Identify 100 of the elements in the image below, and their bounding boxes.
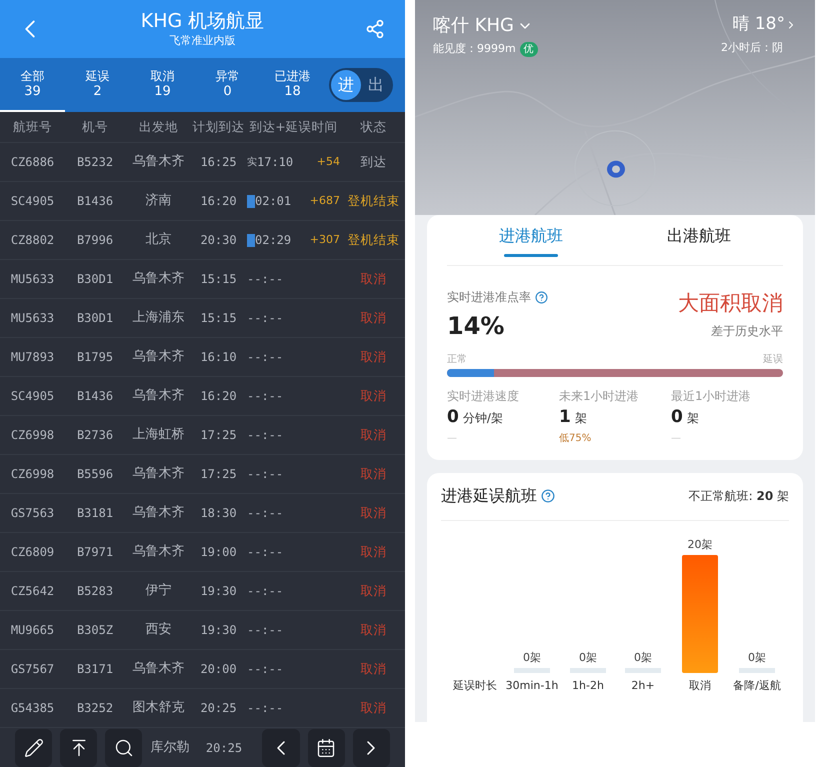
- flight-status: 取消: [360, 660, 388, 678]
- origin-city: 库尔勒: [150, 738, 190, 757]
- scheduled-time: 19:30: [199, 622, 238, 639]
- scheduled-time: 17:25: [199, 466, 238, 483]
- pencil-icon: [24, 738, 44, 758]
- origin-city: 伊宁: [144, 582, 172, 600]
- scheduled-time: 20:30: [199, 232, 238, 249]
- filter-tab[interactable]: 异常 0: [195, 58, 260, 112]
- aircraft-number: B30D1: [76, 310, 114, 327]
- scheduled-time: 17:25: [199, 427, 238, 444]
- flight-number: CZ6886: [10, 154, 56, 171]
- flight-status: 登机结束: [346, 230, 400, 249]
- empty-bar-placeholder: [739, 668, 775, 672]
- arrival-time: 02:01: [255, 193, 292, 210]
- arrival-time: --:--: [247, 427, 284, 444]
- aircraft-number: B305Z: [76, 622, 114, 639]
- flight-number: MU5633: [10, 310, 56, 327]
- flight-tab[interactable]: 出港航班: [615, 215, 783, 265]
- bar-value-label: 0架: [634, 650, 652, 664]
- flight-status: 登机结束: [346, 192, 400, 210]
- help-icon[interactable]: [541, 489, 555, 503]
- calendar-icon: [316, 738, 336, 758]
- aircraft-number: B1795: [76, 349, 114, 366]
- search-button[interactable]: [105, 728, 142, 766]
- stat-unit: 架: [686, 410, 699, 427]
- edit-button[interactable]: [15, 728, 52, 766]
- origin-city: 济南: [144, 192, 172, 210]
- stat-value: 0: [447, 406, 459, 429]
- status-text: 大面积取消: [678, 290, 783, 317]
- arrival-time: --:--: [247, 388, 284, 405]
- column-header: 机号: [81, 118, 109, 136]
- weather-link[interactable]: 晴 18°: [732, 12, 797, 38]
- flight-tab[interactable]: 进港航班: [447, 215, 615, 265]
- scheduled-time: 15:15: [199, 310, 238, 327]
- scheduled-time: 18:30: [199, 505, 238, 522]
- flight-number: G54385: [10, 700, 56, 717]
- aircraft-number: B5232: [76, 154, 114, 171]
- flight-status: 到达: [360, 152, 388, 171]
- stat-note: —: [447, 432, 458, 446]
- forecast-text: 2小时后：阴: [721, 40, 784, 56]
- stat-unit: 架: [574, 410, 587, 427]
- aircraft-number: B7996: [76, 232, 114, 249]
- help-icon[interactable]: [535, 290, 548, 304]
- category-label: 2h+: [631, 678, 655, 692]
- flight-status: 取消: [360, 542, 388, 561]
- aircraft-number: B30D1: [76, 271, 114, 288]
- flight-number: GS7563: [10, 505, 56, 522]
- flight-number: CZ8802: [10, 232, 56, 249]
- flight-status: 取消: [360, 348, 388, 366]
- next-button[interactable]: [352, 728, 390, 766]
- bar-value-label: 20架: [688, 538, 712, 550]
- flight-number: CZ5642: [10, 583, 56, 600]
- punctuality-label: 实时进港准点率: [447, 289, 531, 306]
- arrival-time: --:--: [247, 466, 284, 483]
- aircraft-number: B3171: [76, 661, 114, 678]
- share-icon: [365, 19, 385, 39]
- aircraft-number: B7971: [76, 544, 114, 561]
- empty-bar-placeholder: [570, 668, 606, 672]
- aircraft-number: B5283: [76, 583, 114, 600]
- aircraft-number: B5596: [76, 466, 114, 483]
- origin-city: 上海浦东: [132, 309, 186, 328]
- scheduled-time: 20:25: [199, 700, 238, 717]
- aircraft-number: B2736: [76, 427, 114, 444]
- airport-selector[interactable]: 喀什 KHG: [433, 12, 538, 39]
- flight-number: GS7567: [10, 661, 56, 678]
- arrival-time: --:--: [247, 622, 284, 639]
- filter-tab[interactable]: 延误 2: [65, 58, 130, 112]
- scheduled-time: 19:00: [199, 544, 238, 561]
- filter-tab[interactable]: 已进港 18: [260, 58, 325, 112]
- column-header: 出发地: [138, 118, 179, 136]
- scheduled-time: 15:15: [199, 271, 238, 288]
- origin-city: 乌鲁木齐: [132, 153, 186, 172]
- direction-option[interactable]: 进: [331, 70, 361, 100]
- previous-button[interactable]: [262, 728, 300, 766]
- bar-value-label: 0架: [523, 650, 541, 664]
- direction-option[interactable]: 出: [361, 70, 391, 100]
- category-label: 备降/返航: [733, 678, 781, 692]
- column-header: 状态: [359, 118, 388, 136]
- upload-button[interactable]: [60, 728, 98, 766]
- category-label: 1h-2h: [572, 678, 604, 692]
- calendar-button[interactable]: [308, 728, 345, 766]
- scheduled-time: 20:25: [204, 740, 244, 756]
- filter-tab[interactable]: 全部 39: [0, 58, 65, 112]
- scheduled-time: 16:10: [199, 349, 238, 366]
- scheduled-time: 16:20: [199, 388, 238, 405]
- origin-city: 西安: [144, 621, 172, 640]
- origin-city: 乌鲁木齐: [132, 348, 186, 366]
- flight-number: CZ6998: [10, 427, 56, 444]
- stat-label: 未来1小时进港: [559, 388, 640, 405]
- origin-city: 乌鲁木齐: [132, 270, 186, 288]
- filter-tab[interactable]: 取消 19: [130, 58, 195, 112]
- flight-number: MU7893: [10, 349, 56, 366]
- flight-status: 取消: [360, 698, 388, 717]
- flight-status: 取消: [360, 504, 388, 522]
- stat-note: —: [671, 432, 682, 446]
- arrival-time: --:--: [247, 310, 284, 327]
- scheduled-time: 16:25: [199, 154, 238, 171]
- origin-city: 乌鲁木齐: [132, 504, 186, 522]
- stat-label: 实时进港速度: [447, 388, 520, 405]
- flight-status: 取消: [360, 464, 388, 483]
